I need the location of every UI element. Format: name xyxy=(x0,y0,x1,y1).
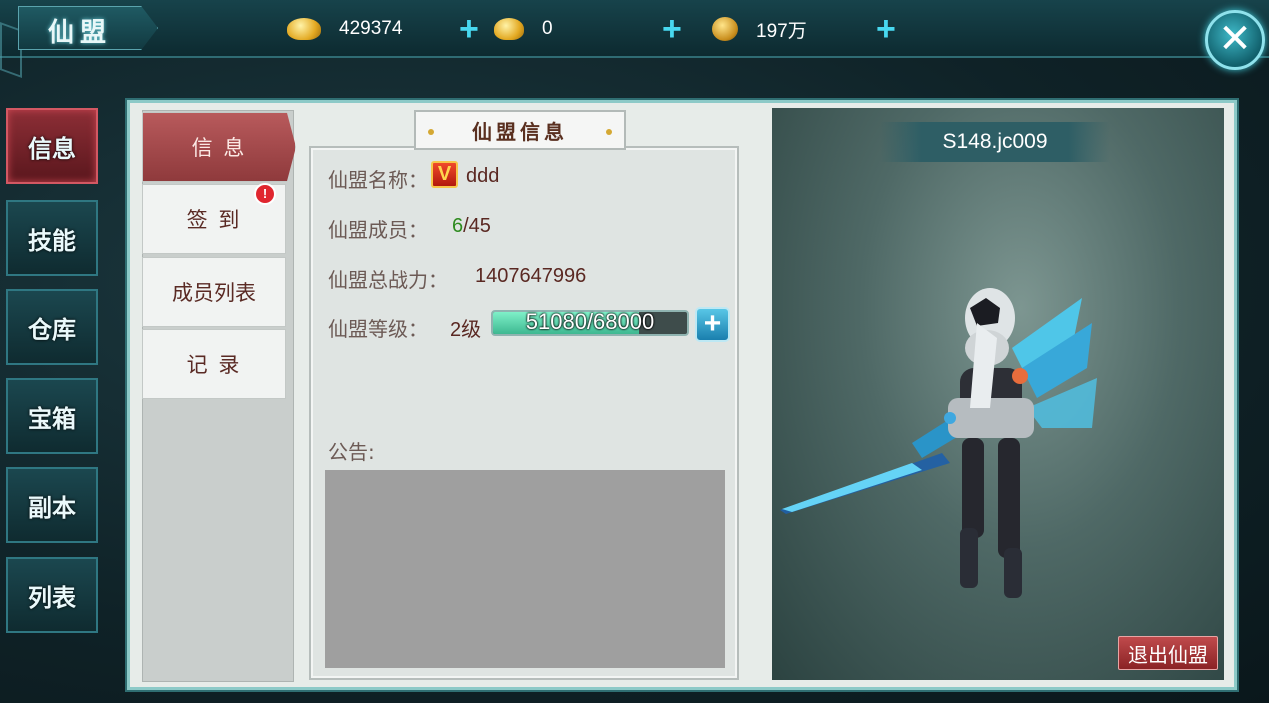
nav-dungeon[interactable]: 副本 xyxy=(6,467,98,543)
nav-warehouse[interactable]: 仓库 xyxy=(6,289,98,365)
members-max: /45 xyxy=(463,215,491,237)
bound-ingot-currency: 0 + xyxy=(494,10,682,48)
guild-info-heading: 仙盟信息 xyxy=(414,110,626,150)
guild-level-label: 仙盟等级： xyxy=(328,317,428,341)
character-display xyxy=(772,108,1224,680)
coin-currency: 197万 + xyxy=(712,10,896,48)
nav-treasure[interactable]: 宝箱 xyxy=(6,378,98,454)
character-model xyxy=(780,288,1097,598)
vip-icon: V xyxy=(431,161,458,188)
members-current: 6 xyxy=(452,215,464,237)
quit-guild-button[interactable]: 退出仙盟 xyxy=(1118,636,1218,670)
add-bound-ingot-button[interactable]: + xyxy=(662,12,682,46)
close-button[interactable]: ✕ xyxy=(1205,10,1265,70)
gold-ingot-icon xyxy=(287,18,321,40)
close-icon: ✕ xyxy=(1218,16,1252,62)
nav-skills[interactable]: 技能 xyxy=(6,200,98,276)
tab-info[interactable]: 信 息 xyxy=(142,112,296,182)
add-coin-button[interactable]: + xyxy=(876,12,896,46)
guild-screen: 仙盟 429374 + 0 + 197万 + ✕ 信息 技能 仓库 宝箱 副本 … xyxy=(0,0,1269,703)
page-title: 仙盟 xyxy=(48,18,113,48)
guild-level-value: 2级 xyxy=(450,319,482,341)
add-exp-button[interactable]: + xyxy=(695,307,730,342)
nav-list[interactable]: 列表 xyxy=(6,557,98,633)
guild-name-value: ddd xyxy=(466,165,500,187)
guild-power-label: 仙盟总战力： xyxy=(328,268,448,292)
guild-name-label: 仙盟名称： xyxy=(328,168,428,192)
guild-members-value: 6/45 xyxy=(452,215,491,238)
tab-member-list[interactable]: 成员列表 xyxy=(142,257,286,327)
nav-info[interactable]: 信息 xyxy=(6,108,98,184)
gold-currency: 429374 + xyxy=(287,10,479,48)
character-name: S148.jc009 xyxy=(880,122,1110,162)
add-gold-button[interactable]: + xyxy=(459,12,479,46)
tab-records[interactable]: 记 录 xyxy=(142,329,286,399)
bound-ingot-icon xyxy=(494,18,524,40)
bound-ingot-amount: 0 xyxy=(542,18,553,39)
gold-amount: 429374 xyxy=(339,18,403,39)
signin-alert-badge: ! xyxy=(254,183,276,205)
notice-label: 公告: xyxy=(328,440,375,464)
guild-exp-text: 51080/68000 xyxy=(525,309,655,334)
coin-amount: 197万 xyxy=(756,20,807,42)
coin-icon xyxy=(712,17,738,41)
guild-power-value: 1407647996 xyxy=(475,265,587,287)
guild-members-label: 仙盟成员： xyxy=(328,218,428,242)
notice-box xyxy=(325,470,725,668)
